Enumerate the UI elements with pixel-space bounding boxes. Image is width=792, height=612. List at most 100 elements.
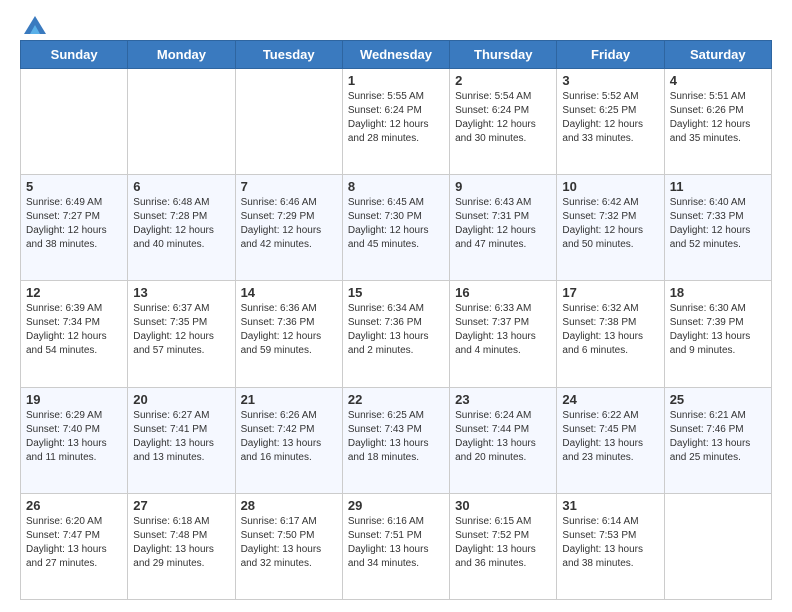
header-wednesday: Wednesday bbox=[342, 41, 449, 69]
day-number: 24 bbox=[562, 392, 658, 407]
calendar-week-row: 19 Sunrise: 6:29 AM Sunset: 7:40 PM Dayli… bbox=[21, 387, 772, 493]
header-friday: Friday bbox=[557, 41, 664, 69]
calendar-cell: 30 Sunrise: 6:15 AM Sunset: 7:52 PM Dayli… bbox=[450, 493, 557, 599]
calendar-week-row: 5 Sunrise: 6:49 AM Sunset: 7:27 PM Daylig… bbox=[21, 175, 772, 281]
day-info: Sunrise: 6:43 AM Sunset: 7:31 PM Dayligh… bbox=[455, 196, 551, 252]
calendar-cell: 1 Sunrise: 5:55 AM Sunset: 6:24 PM Daylig… bbox=[342, 69, 449, 175]
day-number: 21 bbox=[241, 392, 337, 407]
calendar-cell: 4Sunrise: 5:51 AM Sunset: 6:26 PM Daylig… bbox=[664, 69, 771, 175]
day-number: 12 bbox=[26, 285, 122, 300]
calendar-cell: 25Sunrise: 6:21 AM Sunset: 7:46 PM Dayli… bbox=[664, 387, 771, 493]
calendar-cell: 12 Sunrise: 6:39 AM Sunset: 7:34 PM Dayli… bbox=[21, 281, 128, 387]
day-number: 6 bbox=[133, 179, 229, 194]
day-number: 19 bbox=[26, 392, 122, 407]
calendar-week-row: 26 Sunrise: 6:20 AM Sunset: 7:47 PM Dayli… bbox=[21, 493, 772, 599]
day-number: 15 bbox=[348, 285, 444, 300]
day-info: Sunrise: 6:22 AM Sunset: 7:45 PM Dayligh… bbox=[562, 409, 658, 465]
calendar-cell: 6 Sunrise: 6:48 AM Sunset: 7:28 PM Daylig… bbox=[128, 175, 235, 281]
day-number: 1 bbox=[348, 73, 444, 88]
calendar-cell: 28Sunrise: 6:17 AM Sunset: 7:50 PM Dayli… bbox=[235, 493, 342, 599]
calendar-cell: 26 Sunrise: 6:20 AM Sunset: 7:47 PM Dayli… bbox=[21, 493, 128, 599]
day-number: 8 bbox=[348, 179, 444, 194]
calendar-cell: 22 Sunrise: 6:25 AM Sunset: 7:43 PM Dayli… bbox=[342, 387, 449, 493]
calendar-cell: 20Sunrise: 6:27 AM Sunset: 7:41 PM Dayli… bbox=[128, 387, 235, 493]
day-info: Sunrise: 6:18 AM Sunset: 7:48 PM Dayligh… bbox=[133, 515, 229, 571]
day-info: Sunrise: 6:37 AM Sunset: 7:35 PM Dayligh… bbox=[133, 302, 229, 358]
logo bbox=[20, 16, 46, 30]
day-number: 10 bbox=[562, 179, 658, 194]
calendar-cell bbox=[128, 69, 235, 175]
calendar-cell: 11 Sunrise: 6:40 AM Sunset: 7:33 PM Dayli… bbox=[664, 175, 771, 281]
logo-icon bbox=[24, 16, 46, 34]
day-number: 29 bbox=[348, 498, 444, 513]
day-info: Sunrise: 6:40 AM Sunset: 7:33 PM Dayligh… bbox=[670, 196, 766, 252]
calendar-cell: 29 Sunrise: 6:16 AM Sunset: 7:51 PM Dayli… bbox=[342, 493, 449, 599]
day-number: 14 bbox=[241, 285, 337, 300]
day-info: Sunrise: 5:55 AM Sunset: 6:24 PM Dayligh… bbox=[348, 90, 444, 146]
day-info: Sunrise: 5:52 AM Sunset: 6:25 PM Dayligh… bbox=[562, 90, 658, 146]
calendar-table: Sunday Monday Tuesday Wednesday Thursday… bbox=[20, 40, 772, 600]
page: Sunday Monday Tuesday Wednesday Thursday… bbox=[0, 0, 792, 612]
calendar-cell: 17Sunrise: 6:32 AM Sunset: 7:38 PM Dayli… bbox=[557, 281, 664, 387]
calendar-cell: 10Sunrise: 6:42 AM Sunset: 7:32 PM Dayli… bbox=[557, 175, 664, 281]
header-monday: Monday bbox=[128, 41, 235, 69]
day-info: Sunrise: 6:25 AM Sunset: 7:43 PM Dayligh… bbox=[348, 409, 444, 465]
calendar-cell: 31Sunrise: 6:14 AM Sunset: 7:53 PM Dayli… bbox=[557, 493, 664, 599]
day-info: Sunrise: 6:49 AM Sunset: 7:27 PM Dayligh… bbox=[26, 196, 122, 252]
day-number: 26 bbox=[26, 498, 122, 513]
calendar-cell: 21 Sunrise: 6:26 AM Sunset: 7:42 PM Dayli… bbox=[235, 387, 342, 493]
calendar-cell bbox=[664, 493, 771, 599]
day-info: Sunrise: 6:29 AM Sunset: 7:40 PM Dayligh… bbox=[26, 409, 122, 465]
header-thursday: Thursday bbox=[450, 41, 557, 69]
day-number: 31 bbox=[562, 498, 658, 513]
day-info: Sunrise: 6:34 AM Sunset: 7:36 PM Dayligh… bbox=[348, 302, 444, 358]
day-number: 23 bbox=[455, 392, 551, 407]
calendar-cell: 8Sunrise: 6:45 AM Sunset: 7:30 PM Daylig… bbox=[342, 175, 449, 281]
header bbox=[20, 16, 772, 30]
day-number: 30 bbox=[455, 498, 551, 513]
calendar-cell: 2 Sunrise: 5:54 AM Sunset: 6:24 PM Daylig… bbox=[450, 69, 557, 175]
day-number: 2 bbox=[455, 73, 551, 88]
calendar-week-row: 1 Sunrise: 5:55 AM Sunset: 6:24 PM Daylig… bbox=[21, 69, 772, 175]
day-number: 17 bbox=[562, 285, 658, 300]
day-info: Sunrise: 6:36 AM Sunset: 7:36 PM Dayligh… bbox=[241, 302, 337, 358]
day-number: 9 bbox=[455, 179, 551, 194]
day-number: 7 bbox=[241, 179, 337, 194]
header-tuesday: Tuesday bbox=[235, 41, 342, 69]
calendar-cell: 5 Sunrise: 6:49 AM Sunset: 7:27 PM Daylig… bbox=[21, 175, 128, 281]
calendar-cell: 18Sunrise: 6:30 AM Sunset: 7:39 PM Dayli… bbox=[664, 281, 771, 387]
day-info: Sunrise: 6:30 AM Sunset: 7:39 PM Dayligh… bbox=[670, 302, 766, 358]
calendar-cell: 27Sunrise: 6:18 AM Sunset: 7:48 PM Dayli… bbox=[128, 493, 235, 599]
day-number: 13 bbox=[133, 285, 229, 300]
calendar-cell: 13 Sunrise: 6:37 AM Sunset: 7:35 PM Dayli… bbox=[128, 281, 235, 387]
calendar-cell bbox=[21, 69, 128, 175]
day-info: Sunrise: 6:26 AM Sunset: 7:42 PM Dayligh… bbox=[241, 409, 337, 465]
day-info: Sunrise: 6:24 AM Sunset: 7:44 PM Dayligh… bbox=[455, 409, 551, 465]
calendar-cell: 19 Sunrise: 6:29 AM Sunset: 7:40 PM Dayli… bbox=[21, 387, 128, 493]
calendar-cell: 3 Sunrise: 5:52 AM Sunset: 6:25 PM Daylig… bbox=[557, 69, 664, 175]
header-saturday: Saturday bbox=[664, 41, 771, 69]
day-info: Sunrise: 6:17 AM Sunset: 7:50 PM Dayligh… bbox=[241, 515, 337, 571]
day-info: Sunrise: 6:27 AM Sunset: 7:41 PM Dayligh… bbox=[133, 409, 229, 465]
day-number: 22 bbox=[348, 392, 444, 407]
day-info: Sunrise: 6:16 AM Sunset: 7:51 PM Dayligh… bbox=[348, 515, 444, 571]
weekday-header-row: Sunday Monday Tuesday Wednesday Thursday… bbox=[21, 41, 772, 69]
day-info: Sunrise: 6:46 AM Sunset: 7:29 PM Dayligh… bbox=[241, 196, 337, 252]
calendar-cell: 14 Sunrise: 6:36 AM Sunset: 7:36 PM Dayli… bbox=[235, 281, 342, 387]
calendar-cell: 7 Sunrise: 6:46 AM Sunset: 7:29 PM Daylig… bbox=[235, 175, 342, 281]
day-number: 5 bbox=[26, 179, 122, 194]
day-info: Sunrise: 6:15 AM Sunset: 7:52 PM Dayligh… bbox=[455, 515, 551, 571]
day-number: 4 bbox=[670, 73, 766, 88]
day-number: 25 bbox=[670, 392, 766, 407]
calendar-cell bbox=[235, 69, 342, 175]
day-info: Sunrise: 6:39 AM Sunset: 7:34 PM Dayligh… bbox=[26, 302, 122, 358]
day-number: 11 bbox=[670, 179, 766, 194]
day-number: 3 bbox=[562, 73, 658, 88]
calendar-cell: 16Sunrise: 6:33 AM Sunset: 7:37 PM Dayli… bbox=[450, 281, 557, 387]
calendar-cell: 23 Sunrise: 6:24 AM Sunset: 7:44 PM Dayli… bbox=[450, 387, 557, 493]
calendar-week-row: 12 Sunrise: 6:39 AM Sunset: 7:34 PM Dayli… bbox=[21, 281, 772, 387]
day-number: 16 bbox=[455, 285, 551, 300]
day-info: Sunrise: 6:48 AM Sunset: 7:28 PM Dayligh… bbox=[133, 196, 229, 252]
day-info: Sunrise: 6:20 AM Sunset: 7:47 PM Dayligh… bbox=[26, 515, 122, 571]
day-info: Sunrise: 5:54 AM Sunset: 6:24 PM Dayligh… bbox=[455, 90, 551, 146]
